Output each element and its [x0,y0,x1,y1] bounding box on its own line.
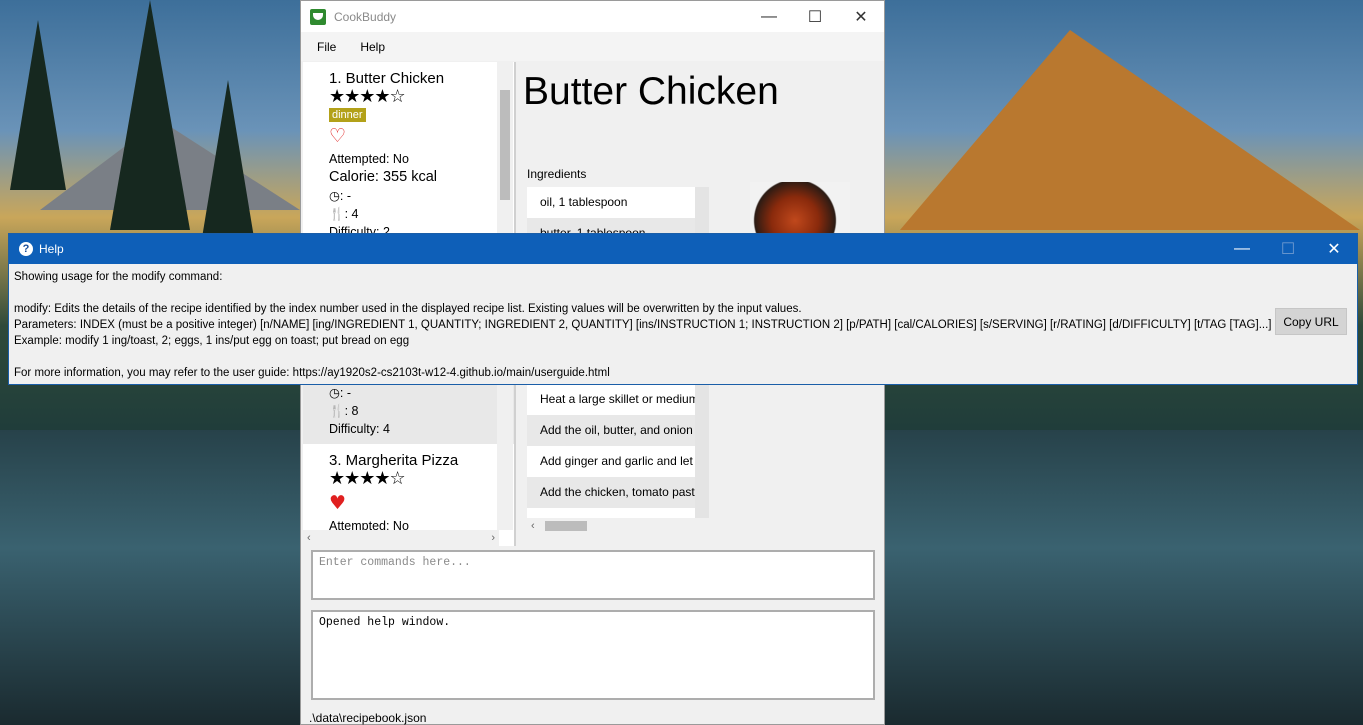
recipe-photo [750,182,850,237]
scrollbar-thumb[interactable] [500,90,510,200]
maximize-button[interactable]: ☐ [792,1,838,32]
help-titlebar[interactable]: ? Help — ☐ ✕ [9,234,1357,264]
serving-value: : 8 [344,404,359,418]
favourite-heart-icon: ♡ [329,125,347,147]
main-titlebar[interactable]: CookBuddy — ☐ ✕ [301,1,884,32]
recipe-card[interactable]: 1. Butter Chicken ★★★★☆ dinner ♡ Attempt… [303,62,515,262]
help-line: Example: modify 1 ing/toast, 2; eggs, 1 … [14,335,410,347]
help-question-icon: ? [19,242,33,256]
help-line: modify: Edits the details of the recipe … [14,303,802,315]
help-maximize-button[interactable]: ☐ [1265,234,1311,264]
tree [200,80,256,250]
time-value: : - [339,386,352,400]
mountain-peak [900,30,1360,230]
attempted-status: Attempted: No [329,152,409,166]
help-minimize-button[interactable]: — [1219,234,1265,264]
rating-stars: ★★★★☆ [329,468,406,489]
ingredients-list[interactable]: oil, 1 tablespoon butter, 1 tablespoon [527,187,695,237]
menu-bar: File Help [301,32,884,61]
app-title: CookBuddy [334,9,397,24]
difficulty-value: Difficulty: 4 [329,422,390,436]
list-item[interactable]: Add the chicken, tomato paste [527,477,695,508]
tag-badge: dinner [329,108,366,122]
recipe-list-horizontal-scrollbar[interactable]: ‹ › [303,530,499,546]
tree [110,0,190,230]
ingredients-label: Ingredients [527,167,587,181]
time-value: : - [339,189,352,203]
menu-help[interactable]: Help [352,40,393,54]
help-close-button[interactable]: ✕ [1311,234,1357,264]
cutlery-icon: 🍴 [329,404,345,418]
help-line [14,349,1352,365]
instructions-horizontal-scrollbar[interactable]: ‹ [527,518,709,534]
recipe-name: 1. Butter Chicken [329,70,445,87]
result-display: Opened help window. [311,610,875,700]
serving-value: : 4 [344,207,359,221]
cutlery-icon: 🍴 [329,207,345,221]
instructions-scrollbar[interactable] [695,384,709,518]
recipe-name: 3. Margherita Pizza [329,452,459,469]
list-item[interactable]: Add the oil, butter, and onion [527,415,695,446]
rating-stars: ★★★★☆ [329,86,406,107]
calorie-value: Calorie: 355 kcal [329,169,437,185]
recipe-detail-title: Butter Chicken [523,70,779,113]
list-item[interactable]: oil, 1 tablespoon [527,187,695,218]
minimize-button[interactable]: — [746,1,792,32]
help-message: Showing usage for the modify command: mo… [9,264,1357,386]
list-item[interactable]: Heat a large skillet or medium pot [527,384,695,415]
copy-url-button[interactable]: Copy URL [1275,308,1347,335]
scroll-left-icon[interactable]: ‹ [307,532,311,544]
command-input[interactable]: Enter commands here... [311,550,875,600]
tree [10,20,66,190]
help-line: For more information, you may refer to t… [14,367,610,379]
clock-icon: ◷ [329,189,340,203]
menu-file[interactable]: File [309,40,344,54]
list-item[interactable]: Add ginger and garlic and let [527,446,695,477]
help-line: Showing usage for the modify command: [14,271,223,283]
app-logo-icon [310,8,326,25]
help-window: ? Help — ☐ ✕ Showing usage for the modif… [8,233,1358,385]
close-button[interactable]: ✕ [838,1,884,32]
status-bar-path: .\data\recipebook.json [309,711,427,725]
ingredients-scrollbar[interactable] [695,187,709,237]
instructions-list[interactable]: Heat a large skillet or medium pot Add t… [527,384,695,524]
help-title: Help [39,242,64,256]
scroll-right-icon[interactable]: › [491,532,495,544]
help-line: Parameters: INDEX (must be a positive in… [14,319,1272,331]
help-line [14,285,1352,301]
favourite-heart-icon: ♥ [329,492,347,514]
scrollbar-thumb[interactable] [544,521,587,531]
scroll-left-icon[interactable]: ‹ [531,520,535,532]
clock-icon: ◷ [329,386,340,400]
